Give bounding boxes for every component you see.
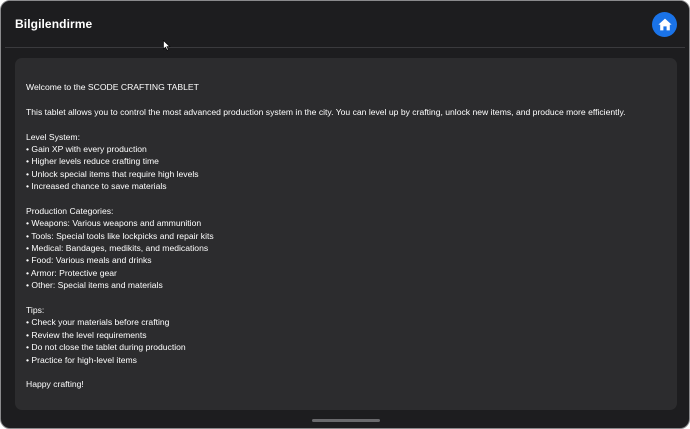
welcome-text: Welcome to the SCODE CRAFTING TABLET xyxy=(26,82,199,92)
list-item: • Other: Special items and materials xyxy=(26,280,163,291)
list-item: • Weapons: Various weapons and ammunitio… xyxy=(26,218,202,229)
list-item: • Review the level requirements xyxy=(26,329,147,340)
list-item: • Armor: Protective gear xyxy=(26,267,117,278)
intro-text: This tablet allows you to control the mo… xyxy=(26,106,626,117)
list-item: • Tools: Special tools like lockpicks an… xyxy=(26,230,214,241)
tablet-screen: Bilgilendirme Welcome to the SCODE CRAFT… xyxy=(0,0,690,429)
list-item: • Do not close the tablet during product… xyxy=(26,342,186,353)
home-button[interactable] xyxy=(652,12,677,37)
list-item: • Higher levels reduce crafting time xyxy=(26,156,159,167)
list-item: • Practice for high-level items xyxy=(26,354,137,365)
tips-heading: Tips: xyxy=(26,305,45,316)
list-item: • Check your materials before crafting xyxy=(26,317,170,328)
header-bar: Bilgilendirme xyxy=(1,1,689,47)
header-divider xyxy=(5,47,685,48)
mouse-cursor-icon xyxy=(163,40,171,51)
list-item: • Gain XP with every production xyxy=(26,143,147,154)
list-item: • Food: Various meals and drinks xyxy=(26,255,152,266)
list-item: • Increased chance to save materials xyxy=(26,181,167,192)
list-item: • Unlock special items that require high… xyxy=(26,168,199,179)
home-icon xyxy=(657,18,672,31)
page-title: Bilgilendirme xyxy=(15,17,93,31)
closing-text: Happy crafting! xyxy=(26,379,84,390)
list-item: • Medical: Bandages, medikits, and medic… xyxy=(26,243,209,254)
categories-heading: Production Categories: xyxy=(26,205,114,216)
home-indicator-bar[interactable] xyxy=(312,419,380,422)
info-panel: Welcome to the SCODE CRAFTING TABLET Thi… xyxy=(15,58,677,410)
level-system-heading: Level System: xyxy=(26,131,80,142)
